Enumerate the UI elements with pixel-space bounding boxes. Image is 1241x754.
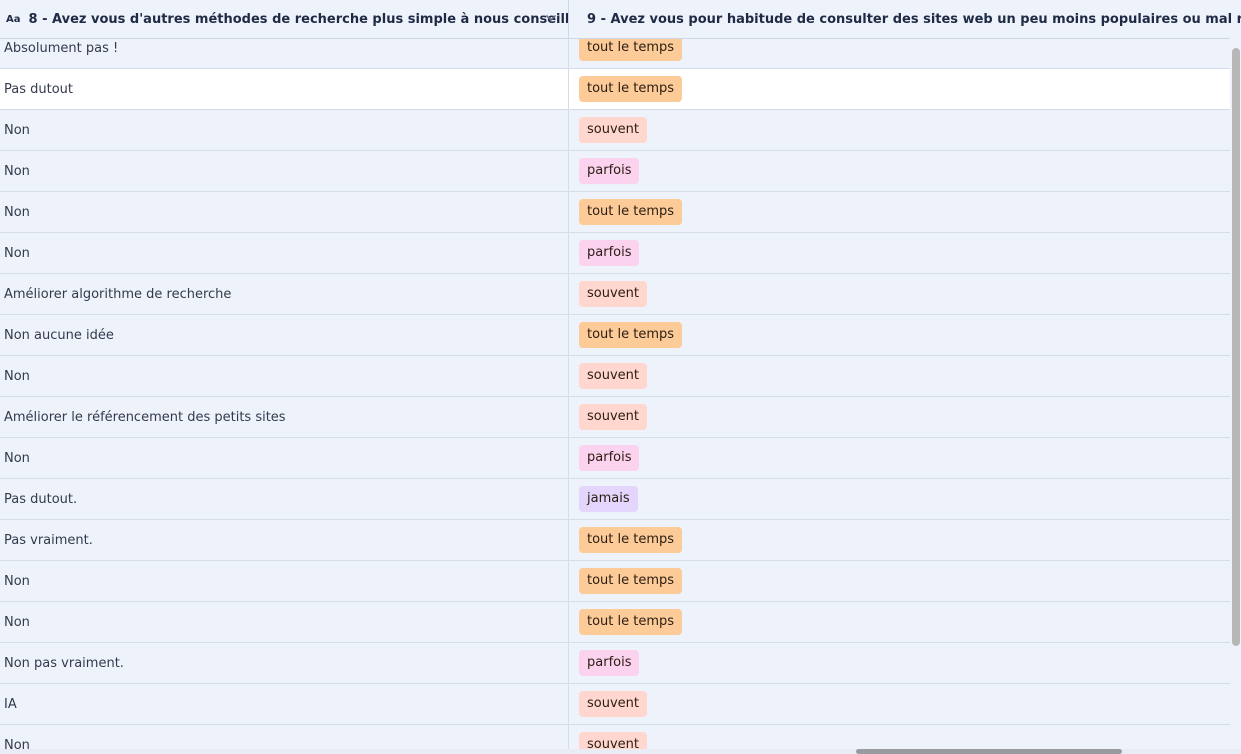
frequency-cell[interactable]: souvent [569,684,1241,724]
table-row[interactable]: Non tout le temps [0,602,1241,643]
answer-cell[interactable]: Non aucune idée [0,315,569,355]
frequency-badge: jamais [579,486,638,512]
frequency-cell[interactable]: parfois [569,438,1241,478]
frequency-badge: parfois [579,158,640,184]
text-type-icon: Aa [6,13,21,25]
frequency-badge: parfois [579,240,640,266]
frequency-cell[interactable]: parfois [569,233,1241,273]
table-header: Aa 8 - Avez vous d'autres méthodes de re… [0,0,1241,39]
answer-cell[interactable]: Non [0,438,569,478]
column-header-label: 8 - Avez vous d'autres méthodes de reche… [28,11,569,27]
table-row[interactable]: Non pas vraiment. parfois [0,643,1241,684]
frequency-badge: tout le temps [579,322,683,348]
answer-text: Non aucune idée [4,327,114,343]
horizontal-scrollbar[interactable] [0,749,1241,754]
answer-text: Non [4,163,30,179]
table-row[interactable]: Améliorer algorithme de recherche souvent [0,274,1241,315]
answer-cell[interactable]: Non [0,602,569,642]
frequency-cell[interactable]: jamais [569,479,1241,519]
answer-cell[interactable]: Améliorer le référencement des petits si… [0,397,569,437]
table-row[interactable]: Non tout le temps [0,561,1241,602]
frequency-cell[interactable]: tout le temps [569,561,1241,601]
frequency-cell[interactable]: souvent [569,397,1241,437]
table-row[interactable]: Non parfois [0,438,1241,479]
answer-text: Pas dutout [4,81,74,97]
vertical-scrollbar-thumb[interactable] [1232,48,1240,646]
frequency-cell[interactable]: parfois [569,151,1241,191]
answer-text: Non [4,573,30,589]
answer-text: Pas vraiment. [4,532,93,548]
answer-text: Non [4,368,30,384]
answer-text: Absolument pas ! [4,40,119,56]
column-header-question-8[interactable]: Aa 8 - Avez vous d'autres méthodes de re… [0,0,569,38]
answer-text: Pas dutout. [4,491,78,507]
answer-text: IA [4,696,17,712]
table-row[interactable]: Non souvent [0,356,1241,397]
database-table: Aa 8 - Avez vous d'autres méthodes de re… [0,0,1241,754]
frequency-badge: souvent [579,404,647,430]
frequency-badge: souvent [579,281,647,307]
frequency-badge: tout le temps [579,609,683,635]
frequency-badge: souvent [579,117,647,143]
frequency-cell[interactable]: souvent [569,356,1241,396]
table-row[interactable]: Non aucune idée tout le temps [0,315,1241,356]
table-row[interactable]: Pas dutout tout le temps [0,69,1241,110]
column-header-label: 9 - Avez vous pour habitude de consulter… [587,11,1241,27]
frequency-cell[interactable]: souvent [569,110,1241,150]
frequency-cell[interactable]: tout le temps [569,602,1241,642]
frequency-cell[interactable]: tout le temps [569,520,1241,560]
answer-cell[interactable]: IA [0,684,569,724]
table-row[interactable]: Pas dutout. jamais [0,479,1241,520]
answer-cell[interactable]: Non [0,151,569,191]
table-row[interactable]: Non parfois [0,151,1241,192]
frequency-badge: tout le temps [579,568,683,594]
frequency-badge: souvent [579,363,647,389]
answer-cell[interactable]: Pas dutout [0,69,569,109]
table-row[interactable]: Non tout le temps [0,192,1241,233]
answer-text: Non [4,245,30,261]
answer-text: Améliorer le référencement des petits si… [4,409,286,425]
answer-text: Améliorer algorithme de recherche [4,286,232,302]
frequency-cell[interactable]: souvent [569,274,1241,314]
horizontal-scrollbar-thumb[interactable] [856,749,1122,754]
table-row[interactable]: IA souvent [0,684,1241,725]
answer-text: Non [4,204,30,220]
answer-cell[interactable]: Pas dutout. [0,479,569,519]
answer-cell[interactable]: Non pas vraiment. [0,643,569,683]
answer-cell[interactable]: Non [0,356,569,396]
frequency-badge: tout le temps [579,527,683,553]
table-body: Absolument pas ! tout le temps Pas dutout t… [0,28,1241,754]
answer-cell[interactable]: Non [0,110,569,150]
answer-cell[interactable]: Pas vraiment. [0,520,569,560]
chevron-down-icon[interactable] [544,11,558,25]
answer-cell[interactable]: Non [0,233,569,273]
table-row[interactable]: Améliorer le référencement des petits si… [0,397,1241,438]
frequency-cell[interactable]: tout le temps [569,192,1241,232]
answer-cell[interactable]: Non [0,192,569,232]
table-row[interactable]: Pas vraiment. tout le temps [0,520,1241,561]
answer-cell[interactable]: Améliorer algorithme de recherche [0,274,569,314]
table-row[interactable]: Non parfois [0,233,1241,274]
answer-text: Non [4,450,30,466]
frequency-badge: souvent [579,691,647,717]
answer-text: Non [4,122,30,138]
answer-cell[interactable]: Non [0,561,569,601]
answer-text: Non pas vraiment. [4,655,124,671]
frequency-cell[interactable]: tout le temps [569,315,1241,355]
frequency-cell[interactable]: tout le temps [569,69,1241,109]
frequency-badge: parfois [579,445,640,471]
frequency-badge: tout le temps [579,76,683,102]
frequency-cell[interactable]: parfois [569,643,1241,683]
table-row[interactable]: Non souvent [0,110,1241,151]
frequency-badge: parfois [579,650,640,676]
vertical-scrollbar[interactable] [1230,38,1241,754]
answer-text: Non [4,614,30,630]
column-header-question-9[interactable]: 9 - Avez vous pour habitude de consulter… [569,0,1241,38]
frequency-badge: tout le temps [579,199,683,225]
